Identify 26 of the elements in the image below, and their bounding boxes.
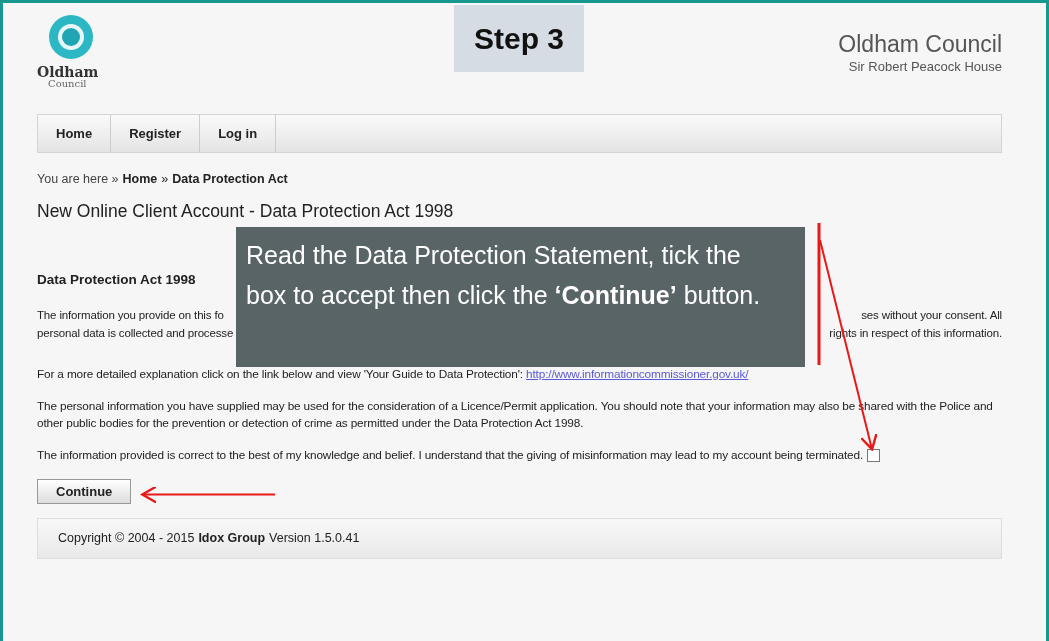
step-label: Step 3 xyxy=(454,5,584,72)
paragraph-fragment: personal data is collected and processe xyxy=(37,326,234,341)
nav-link[interactable]: Home xyxy=(38,115,112,152)
paragraph: For a more detailed explanation click on the link below and view 'Your Guide to Data Protection': xyxy=(37,367,524,381)
link[interactable]: http://www.informationcommissioner.gov.uk/ xyxy=(526,367,749,381)
continue-button[interactable]: Continue xyxy=(37,478,132,505)
page-title: New Online Client Account - Data Protection Act 1998 xyxy=(37,200,455,222)
breadcrumb-separator: » xyxy=(161,171,169,188)
paragraph-fragment: ses without your consent. All xyxy=(861,308,1002,323)
section-title: Data Protection Act 1998 xyxy=(37,270,196,289)
breadcrumb-item[interactable]: Data Protection Act xyxy=(172,170,288,189)
breadcrumb-label: You are here » xyxy=(37,171,119,188)
organisation-subtitle: Sir Robert Peacock House xyxy=(847,58,1002,77)
company-name: Idox Group xyxy=(198,530,266,548)
nav-link[interactable]: Register xyxy=(111,115,201,152)
logo-text: Oldham xyxy=(37,65,99,79)
declaration-text: The information provided is correct to the best of my knowledge and belief. I understand that the giving of misinformation may lead to my account being terminated. xyxy=(37,447,864,465)
organisation-title: Oldham Council xyxy=(838,32,1002,58)
paragraph-fragment: The information you provide on this fo xyxy=(37,308,224,323)
version-text: Version 1.5.0.41 xyxy=(269,530,360,548)
breadcrumb-item[interactable]: Home xyxy=(122,170,158,189)
copyright-text: Copyright © 2004 - 2015 xyxy=(58,530,195,548)
callout-box: Read the Data Protection Statement, tick the box to accept then click the ‘Continue’ button. xyxy=(236,227,805,367)
nav-link[interactable]: Log in xyxy=(200,115,277,152)
checkbox[interactable] xyxy=(867,449,881,463)
logo-subtext: Council xyxy=(48,79,88,89)
